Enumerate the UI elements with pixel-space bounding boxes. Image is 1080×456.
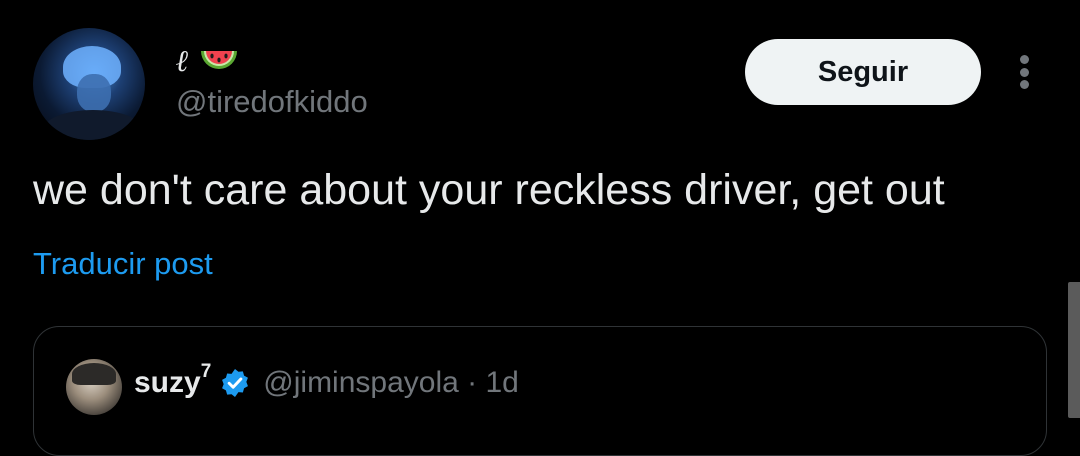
quoted-author-name-superscript: 7 (200, 361, 212, 382)
avatar-face (77, 74, 111, 112)
avatar-shoulder (43, 110, 143, 140)
author-name-text[interactable]: ℓ (176, 44, 189, 79)
quoted-post-header: suzy7 @jiminspayola · 1d (134, 361, 519, 400)
author-display-name[interactable]: ℓ (176, 42, 239, 80)
quoted-author-name[interactable]: suzy7 (134, 361, 211, 400)
quoted-author-handle[interactable]: @jiminspayola · 1d (263, 366, 519, 400)
quoted-post-time[interactable]: 1d (486, 366, 519, 399)
scrollbar[interactable] (1068, 282, 1080, 418)
more-dot (1019, 80, 1029, 89)
author-avatar[interactable] (33, 28, 145, 140)
translate-post-link[interactable]: Traducir post (33, 246, 213, 282)
post-text: we don't care about your reckless driver… (33, 166, 945, 214)
meta-separator: · (467, 365, 478, 399)
watermelon-icon (200, 51, 237, 69)
avatar-hat (72, 363, 116, 385)
more-dot (1019, 55, 1029, 64)
follow-button[interactable]: Seguir (745, 39, 981, 105)
quoted-author-name-text: suzy (134, 366, 201, 399)
more-dot (1019, 67, 1029, 77)
more-vertical-icon[interactable] (1004, 50, 1044, 94)
author-handle[interactable]: @tiredofkiddo (176, 84, 368, 120)
quoted-author-avatar[interactable] (66, 359, 122, 415)
quoted-handle-text: @jiminspayola (263, 365, 459, 399)
verified-badge-icon (222, 368, 249, 397)
quoted-post-card[interactable]: suzy7 @jiminspayola · 1d (33, 326, 1047, 456)
